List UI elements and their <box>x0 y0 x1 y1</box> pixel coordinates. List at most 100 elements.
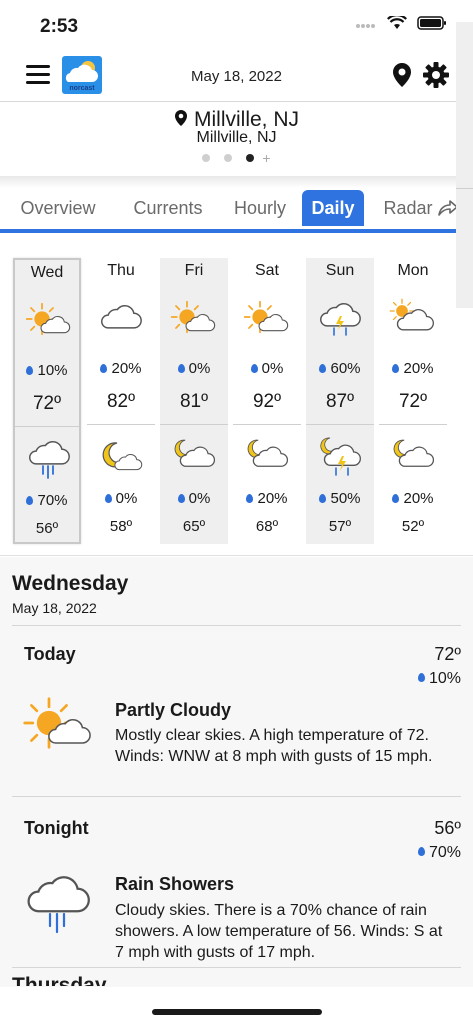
day-name: Mon <box>397 262 429 279</box>
raindrop-icon <box>177 493 185 503</box>
detail-date: May 18, 2022 <box>12 600 97 616</box>
location-button[interactable] <box>391 62 413 93</box>
app-header: norcast May 18, 2022 <box>0 48 473 102</box>
partly-cloudy-night-icon <box>102 442 143 471</box>
partly-cloudy-day-icon <box>170 300 216 334</box>
page-dot-active[interactable] <box>246 154 255 162</box>
day-precip-chance: 0% <box>233 360 301 377</box>
day-column-sun[interactable]: Sun 60% 87º 50% 57º <box>306 258 374 544</box>
day-name: Wed <box>30 264 64 281</box>
period-description: Mostly clear skies. A high temperature o… <box>115 727 433 765</box>
period-condition: Partly Cloudy <box>115 700 232 720</box>
divider <box>12 796 461 797</box>
status-icons <box>355 14 447 35</box>
day-high-temp: 87º <box>325 391 355 412</box>
settings-button[interactable] <box>423 62 449 93</box>
period-precip-chance: 10% <box>417 670 461 688</box>
night-precip-chance: 20% <box>379 490 447 507</box>
partly-cloudy-day-icon <box>25 302 71 336</box>
raindrop-icon <box>100 363 108 373</box>
day-high-temp: 82º <box>106 391 136 412</box>
day-precip-chance: 20% <box>379 360 447 377</box>
tab-radar-label: Radar <box>383 197 433 218</box>
raindrop-icon <box>319 493 327 503</box>
page-dot[interactable] <box>224 154 233 162</box>
location-header[interactable]: Millville, NJ Millville, NJ + <box>0 102 473 176</box>
day-precip-chance: 10% <box>15 362 79 379</box>
rain-showers-icon <box>29 440 70 479</box>
day-column-mon[interactable]: Mon 20% 72º 20% 52º <box>379 258 447 544</box>
next-day-column-peek[interactable] <box>456 22 473 308</box>
rain-showers-icon <box>27 876 90 934</box>
day-column-thu[interactable]: Thu 20% 82º 0% 58º <box>87 258 155 544</box>
day-column-wed[interactable]: Wed 10% 72º 70% 56º <box>13 258 81 544</box>
raindrop-icon <box>392 493 400 503</box>
day-low-temp: 58º <box>109 518 133 535</box>
tab-overview[interactable]: Overview <box>10 190 106 226</box>
divider <box>15 426 79 427</box>
bottom-safe-area <box>0 987 473 1024</box>
day-precip-chance: 60% <box>306 360 374 377</box>
raindrop-icon <box>177 363 185 373</box>
divider <box>306 424 374 425</box>
day-precip-chance: 0% <box>160 360 228 377</box>
mostly-cloudy-night-icon <box>393 439 435 467</box>
partly-cloudy-day-icon <box>243 300 289 334</box>
night-precip-chance: 50% <box>306 490 374 507</box>
raindrop-icon <box>319 363 327 373</box>
tab-underline <box>0 229 473 233</box>
period-temp: 56º <box>434 818 461 838</box>
tab-bar: Overview Currents Hourly Daily Radar <box>0 190 473 230</box>
day-low-temp: 57º <box>328 518 352 535</box>
tab-hourly[interactable]: Hourly <box>226 190 294 226</box>
day-low-temp: 56º <box>35 520 59 537</box>
divider <box>12 625 461 626</box>
day-high-temp: 72º <box>32 393 62 414</box>
night-precip-chance: 20% <box>233 490 301 507</box>
day-high-temp: 81º <box>179 391 209 412</box>
divider <box>160 424 228 425</box>
page-dots[interactable]: + <box>0 151 473 165</box>
day-low-temp: 65º <box>182 518 206 535</box>
day-high-temp: 72º <box>398 391 428 412</box>
night-precip-chance: 0% <box>160 490 228 507</box>
day-column-sat[interactable]: Sat 0% 92º 20% 68º <box>233 258 301 544</box>
day-high-temp: 92º <box>252 391 282 412</box>
raindrop-icon <box>250 363 258 373</box>
period-condition: Rain Showers <box>115 874 235 894</box>
tab-currents[interactable]: Currents <box>122 190 214 226</box>
divider <box>87 424 155 425</box>
night-thunderstorm-icon <box>320 437 362 476</box>
night-precip-chance: 0% <box>87 490 155 507</box>
gear-icon <box>423 62 449 88</box>
divider <box>379 424 447 425</box>
divider <box>12 967 461 968</box>
tab-daily[interactable]: Daily <box>302 190 364 226</box>
add-location-icon[interactable]: + <box>262 151 270 165</box>
day-name: Sat <box>254 262 279 279</box>
day-column-fri[interactable]: Fri 0% 81º 0% 65º <box>160 258 228 544</box>
thunderstorm-icon <box>320 302 361 336</box>
location-name: Millville, NJ <box>194 108 299 131</box>
tab-radar[interactable]: Radar <box>378 190 464 226</box>
raindrop-icon <box>26 365 34 375</box>
day-name: Fri <box>184 262 204 279</box>
signal-icon <box>355 17 377 35</box>
period-precip-chance: 70% <box>417 844 461 862</box>
period-title-tonight: Tonight <box>24 818 89 838</box>
raindrop-icon <box>104 493 112 503</box>
daily-forecast-strip[interactable]: Wed 10% 72º 70% 56º Thu 20% 82º 0% 58º F… <box>0 236 473 556</box>
day-low-temp: 68º <box>255 518 279 535</box>
period-description: Cloudy skies. There is a 70% chance of r… <box>115 902 443 961</box>
mostly-cloudy-night-icon <box>174 439 216 467</box>
next-day-heading: Thursday <box>12 975 107 986</box>
divider <box>456 188 473 189</box>
mostly-cloudy-night-icon <box>247 439 289 467</box>
status-time: 2:53 <box>40 16 79 37</box>
page-dot[interactable] <box>202 154 211 162</box>
svg-text:norcast: norcast <box>69 85 95 92</box>
night-precip-chance: 70% <box>15 492 79 509</box>
location-pin-icon <box>393 63 411 87</box>
home-indicator[interactable] <box>152 1009 322 1015</box>
raindrop-icon <box>26 495 34 505</box>
